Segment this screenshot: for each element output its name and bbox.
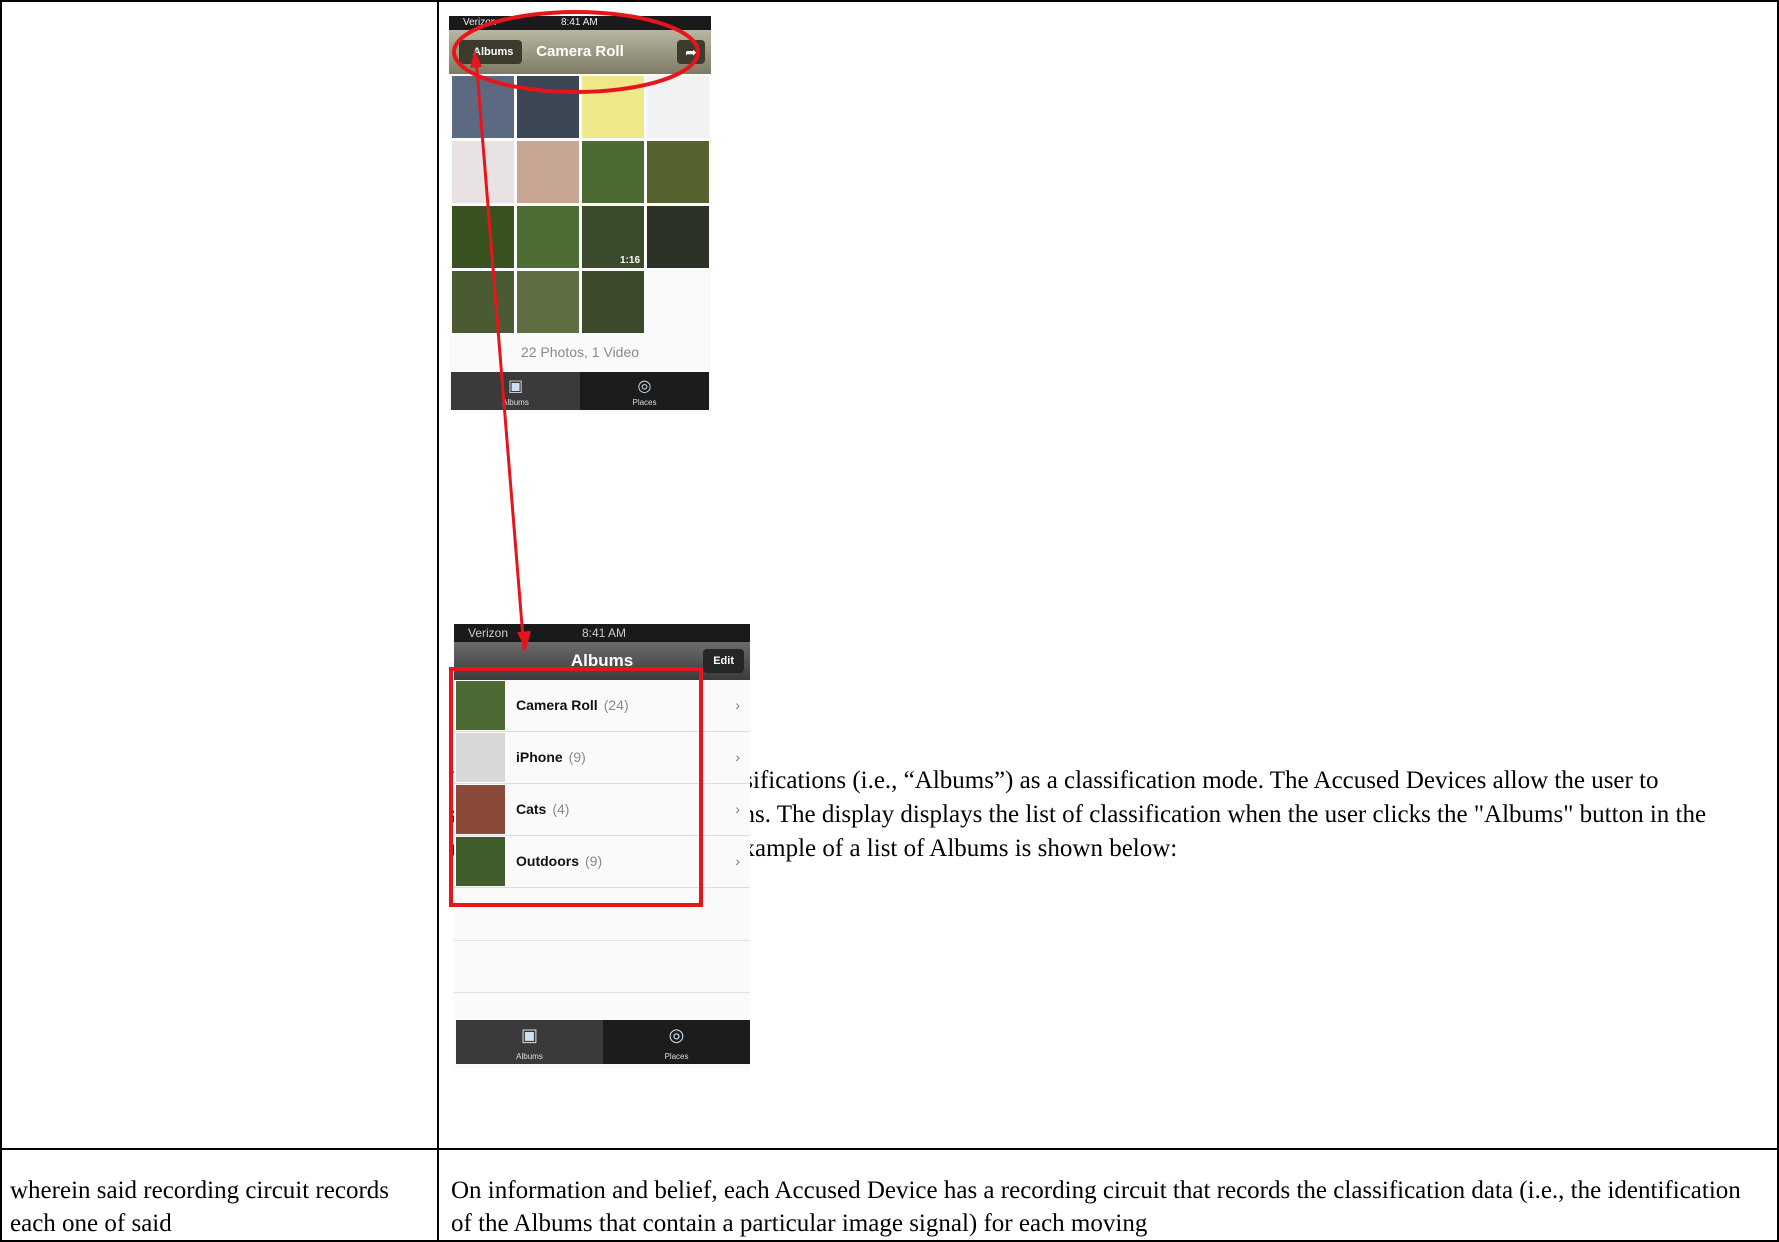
status-carrier: Verizon [468,626,509,640]
table-left-border [0,0,2,1242]
edit-button[interactable]: Edit [703,649,744,673]
share-icon[interactable]: ➦ [677,40,705,64]
chevron-right-icon: › [735,801,740,817]
photo-thumb[interactable] [647,141,709,203]
album-count: (9) [585,853,603,869]
status-time: 8:41 AM [561,17,598,28]
album-row[interactable]: iPhone (9) › [454,732,750,784]
photo-thumb[interactable] [452,206,514,268]
album-row[interactable]: Outdoors (9) › [454,836,750,888]
chevron-right-icon: › [735,853,740,869]
photo-thumb[interactable]: 1:16 [582,206,644,268]
row-divider [0,1148,1779,1150]
album-thumb [456,733,505,782]
album-name: Camera Roll [516,697,598,713]
nav-bar: Albums Camera Roll ➦ [449,30,711,74]
photo-grid: 1:16 [452,76,709,333]
empty-row-divider [454,940,750,941]
nav-bar: Albums Edit [454,642,750,680]
albums-list-screenshot: Verizon 8:41 AM Albums Edit Camera Roll (… [454,624,750,1068]
photo-thumb[interactable] [517,271,579,333]
album-count: (24) [603,697,629,713]
chevron-right-icon: › [735,749,740,765]
photo-thumb[interactable] [517,206,579,268]
album-thumb [456,681,505,730]
tab-bar: ▣ Albums ◎ Places [451,372,709,410]
album-thumb [456,785,505,834]
photo-thumb[interactable] [452,271,514,333]
albums-tab-icon: ▣ [520,1025,538,1045]
album-name: Cats [516,801,547,817]
album-name: Outdoors [516,853,579,869]
photo-thumb[interactable] [517,76,579,138]
album-count: (9) [568,749,586,765]
places-tab-icon: ◎ [668,1025,685,1045]
tab-albums[interactable]: Albums [456,1052,603,1061]
album-row[interactable]: Cats (4) › [454,784,750,836]
status-carrier: Verizon [463,17,497,28]
albums-tab-icon: ▣ [507,378,524,395]
photo-thumb[interactable] [452,141,514,203]
tab-albums[interactable]: Albums [451,398,580,407]
nav-title: Camera Roll [536,43,624,60]
album-row[interactable]: Camera Roll (24) › [454,680,750,732]
status-time: 8:41 AM [582,626,627,640]
claim-right-cell: On information and belief, each Accused … [451,1177,1741,1237]
annotation-overlay [449,10,703,907]
album-thumb [456,837,505,886]
album-count: (4) [552,801,570,817]
album-name: iPhone [516,749,563,765]
photo-thumb[interactable] [647,206,709,268]
video-duration: 1:16 [619,255,640,266]
photo-thumb[interactable] [582,141,644,203]
photo-thumb[interactable] [647,76,709,138]
status-bar: Verizon 8:41 AM [454,624,750,642]
chevron-right-icon: › [735,697,740,713]
camera-roll-screenshot: Verizon 8:41 AM Albums Camera Roll ➦ 1:1… [449,16,711,412]
photo-thumb[interactable] [452,76,514,138]
tab-places[interactable]: Places [580,398,709,407]
tab-places[interactable]: Places [603,1052,750,1061]
column-divider [437,0,439,1242]
photo-count: 22 Photos, 1 Video [520,344,640,360]
places-tab-icon: ◎ [637,378,652,395]
photo-thumb[interactable] [582,76,644,138]
tab-bar: ▣ Albums ◎ Places [456,1020,750,1064]
table-top-border [0,0,1779,2]
photo-thumb[interactable] [517,141,579,203]
status-bar: Verizon 8:41 AM [449,16,711,30]
claim-left-cell: wherein said recording circuit records e… [10,1177,390,1237]
photo-thumb[interactable] [582,271,644,333]
empty-row-divider [454,992,750,993]
